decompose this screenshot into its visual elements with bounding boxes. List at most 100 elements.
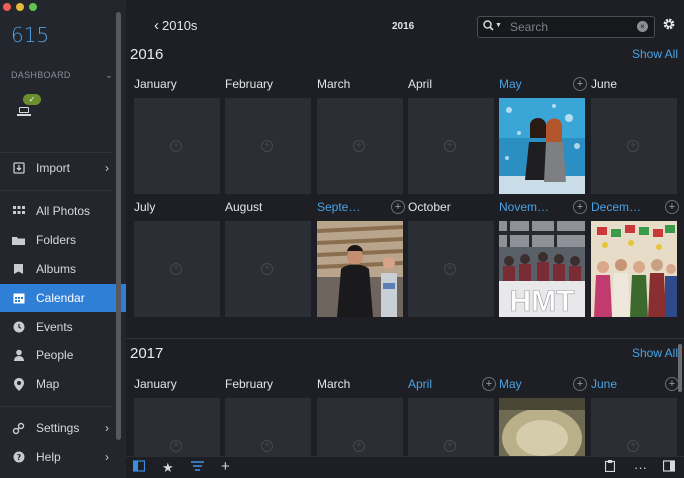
year-title: 2016 [130,46,164,63]
sidebar-item-label: Settings [36,421,80,435]
month-cell[interactable]: January + [134,77,222,194]
add-plus-icon[interactable]: + [665,200,679,214]
search-box[interactable]: ▼ × [477,16,655,38]
sidebar-item-calendar[interactable]: Calendar [0,284,126,312]
import-icon [12,162,25,175]
photo-thumbnail[interactable] [591,221,677,317]
star-icon[interactable]: ★ [162,460,174,476]
clear-search-icon[interactable]: × [637,21,648,32]
empty-month-tile[interactable]: + [591,398,677,456]
sidebar-toggle-icon[interactable] [132,460,146,475]
empty-month-tile[interactable]: + [134,221,220,317]
show-all-link[interactable]: Show All [632,346,678,360]
month-cell[interactable]: Decem… + [591,200,679,317]
clipboard-icon[interactable] [604,460,616,475]
photo-thumbnail[interactable] [317,221,403,317]
add-plus-icon[interactable]: + [573,377,587,391]
photo-thumbnail[interactable] [499,98,585,194]
month-cell[interactable]: April + [408,77,496,194]
sidebar-item-all-photos[interactable]: All Photos [0,197,126,225]
sidebar-item-events[interactable]: Events [0,313,126,341]
chevron-right-icon: › [105,421,109,435]
month-cell[interactable]: March + [317,77,405,194]
month-cell[interactable]: October + [408,200,496,317]
sidebar-item-label: Map [36,377,60,391]
month-cell[interactable]: Septe… + [317,200,405,317]
month-cell[interactable]: June + + [591,377,679,456]
minimize-window-button[interactable] [16,3,24,11]
add-icon[interactable]: + [221,458,230,475]
sidebar-item-import[interactable]: Import › [0,154,126,182]
sidebar-item-help[interactable]: ? Help › [0,443,126,471]
empty-month-tile[interactable]: + [408,221,494,317]
add-plus-icon[interactable]: + [482,377,496,391]
empty-month-tile[interactable]: + [134,398,220,456]
chevron-down-icon[interactable]: ⌄ [105,70,113,81]
add-plus-icon[interactable]: + [391,200,405,214]
close-window-button[interactable] [3,3,11,11]
sidebar-item-settings[interactable]: Settings › [0,414,126,442]
empty-month-tile[interactable]: + [225,221,311,317]
plus-icon: + [444,440,456,452]
month-cell[interactable]: May + [499,377,587,456]
empty-month-tile[interactable]: + [408,98,494,194]
month-cell[interactable]: March + [317,377,405,456]
chevron-left-icon: ‹ [154,16,159,34]
month-cell[interactable]: June + [591,77,679,194]
month-cell[interactable]: August + [225,200,313,317]
month-cell[interactable]: May + [499,77,587,194]
sidebar-item-label: Import [36,161,71,175]
hmt-sign-text: HMT [510,285,575,317]
photo-count: 615 [11,23,50,47]
device-item[interactable]: ✓ [17,92,43,118]
month-label: February [225,77,274,91]
photo-thumbnail[interactable]: HMT [499,221,585,317]
plus-icon: + [627,140,639,152]
empty-month-tile[interactable]: + [591,98,677,194]
month-cell[interactable]: July + [134,200,222,317]
empty-month-tile[interactable]: + [317,398,403,456]
empty-month-tile[interactable]: + [134,98,220,194]
sidebar-item-people[interactable]: People [0,341,126,369]
maximize-window-button[interactable] [29,3,37,11]
info-panel-toggle-icon[interactable] [662,460,676,475]
content-scrollbar[interactable] [678,344,682,392]
month-cell[interactable]: January + [134,377,222,456]
empty-month-tile[interactable]: + [225,98,311,194]
search-icon[interactable] [483,20,494,34]
back-button[interactable]: ‹ 2010s [154,16,198,34]
plus-icon: + [170,140,182,152]
toolbar: ‹ 2010s 2016 ▼ × [126,0,684,42]
add-plus-icon[interactable]: + [573,200,587,214]
clock-icon [12,321,25,334]
current-period-title: 2016 [392,21,415,32]
gear-icon[interactable] [662,17,676,36]
sidebar-scrollbar[interactable] [116,12,121,440]
back-label: 2010s [162,18,198,33]
empty-month-tile[interactable]: + [225,398,311,456]
sidebar-item-albums[interactable]: Albums [0,255,126,283]
calendar-grid: 2016 Show All January + February + March… [126,42,684,456]
search-options-caret-icon[interactable]: ▼ [495,22,502,29]
sidebar-item-folders[interactable]: Folders [0,226,126,254]
dashboard-header[interactable]: DASHBOARD ⌄ [11,70,113,81]
month-cell[interactable]: April + + [408,377,496,456]
sort-filter-icon[interactable] [191,460,204,475]
empty-month-tile[interactable]: + [317,98,403,194]
show-all-link[interactable]: Show All [632,47,678,61]
plus-icon: + [353,440,365,452]
add-plus-icon[interactable]: + [665,377,679,391]
sidebar-item-label: Help [36,450,61,464]
sidebar-item-map[interactable]: Map [0,370,126,398]
month-cell[interactable]: February + [225,77,313,194]
month-cell[interactable]: Novem… + HMT [499,200,587,317]
albums-icon [12,263,25,276]
photo-thumbnail[interactable] [499,398,585,456]
search-input[interactable] [510,19,630,35]
more-options-icon[interactable]: ··· [634,460,647,475]
add-plus-icon[interactable]: + [573,77,587,91]
plus-icon: + [627,440,639,452]
month-cell[interactable]: February + [225,377,313,456]
empty-month-tile[interactable]: + [408,398,494,456]
sidebar-divider [0,152,112,153]
